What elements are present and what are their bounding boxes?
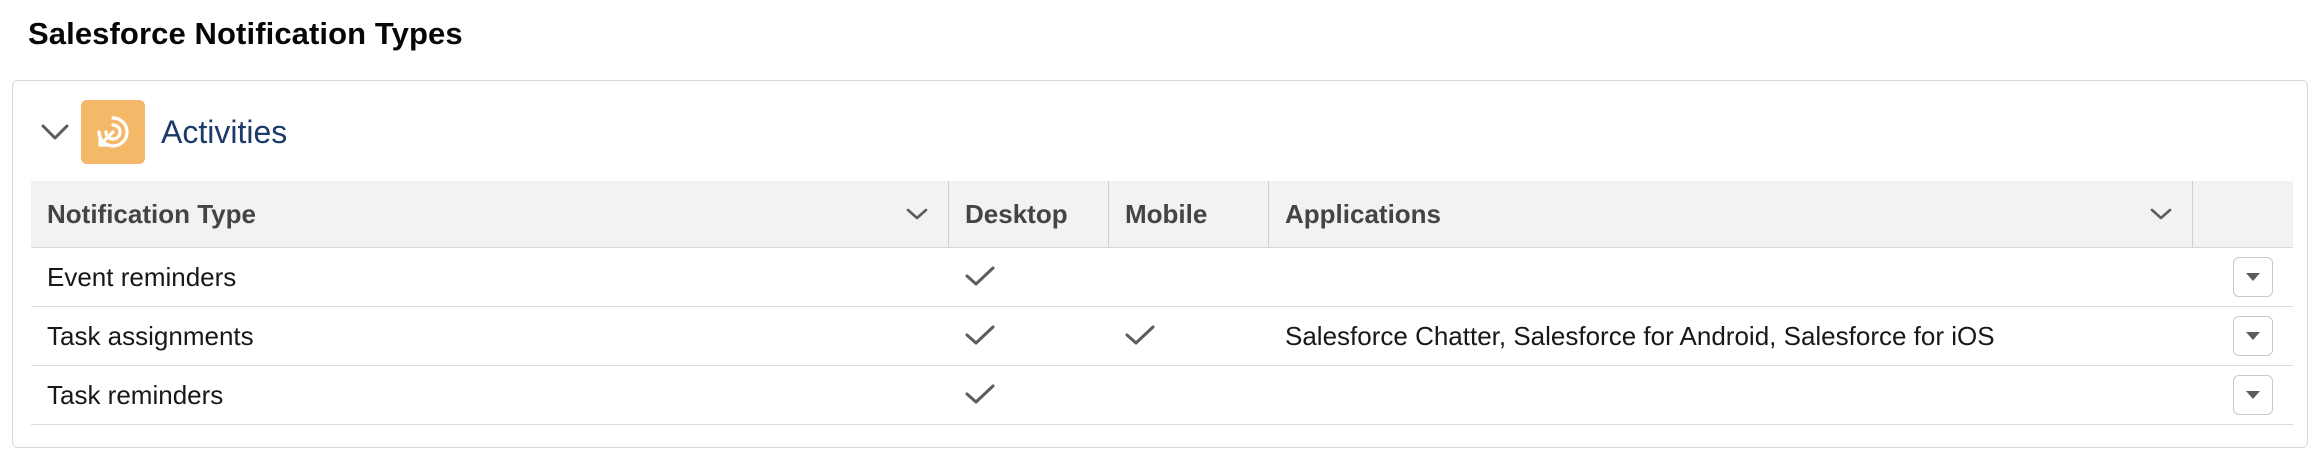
chevron-down-icon (41, 124, 69, 140)
cell-desktop (949, 366, 1109, 425)
cell-row-actions (2193, 307, 2293, 366)
column-menu-button[interactable] (901, 198, 933, 230)
dropdown-caret-icon (2246, 391, 2260, 399)
activities-card: Activities Notification Type Desktop Mob… (12, 80, 2308, 448)
column-header-actions (2193, 181, 2293, 248)
cell-applications (1269, 366, 2193, 425)
cell-desktop (949, 248, 1109, 307)
checkmark-icon (965, 320, 995, 346)
chevron-down-icon (2150, 208, 2172, 220)
cell-row-actions (2193, 248, 2293, 307)
cell-desktop (949, 307, 1109, 366)
table-row: Task assignments Salesforce Chatter, Sale… (31, 307, 2293, 366)
column-header-notification-type[interactable]: Notification Type (31, 181, 949, 248)
notification-types-table: Notification Type Desktop Mobile Applica… (31, 181, 2293, 425)
column-label: Mobile (1125, 198, 1208, 229)
row-action-button[interactable] (2233, 375, 2273, 415)
column-header-desktop: Desktop (949, 181, 1109, 248)
checkmark-icon (1125, 320, 1155, 346)
cell-notification-type: Task assignments (47, 320, 254, 351)
checkmark-icon (965, 379, 995, 405)
column-header-mobile: Mobile (1109, 181, 1269, 248)
cell-row-actions (2193, 366, 2293, 425)
page-title: Salesforce Notification Types (28, 16, 463, 51)
activity-icon (81, 100, 145, 164)
column-label: Applications (1285, 198, 1442, 229)
table-header-row: Notification Type Desktop Mobile Applica… (31, 181, 2293, 248)
row-action-button[interactable] (2233, 316, 2273, 356)
cell-notification-type: Task reminders (47, 379, 224, 410)
cell-mobile (1109, 248, 1269, 307)
card-header: Activities (13, 99, 287, 165)
dropdown-caret-icon (2246, 332, 2260, 340)
row-action-button[interactable] (2233, 257, 2273, 297)
table-row: Event reminders (31, 248, 2293, 307)
column-label: Notification Type (47, 198, 256, 229)
collapse-button[interactable] (27, 104, 83, 160)
column-label: Desktop (965, 198, 1068, 229)
cell-mobile (1109, 366, 1269, 425)
cell-applications: Salesforce Chatter, Salesforce for Andro… (1285, 320, 1995, 351)
chevron-down-icon (906, 208, 928, 220)
cell-applications (1269, 248, 2193, 307)
table-row: Task reminders (31, 366, 2293, 425)
checkmark-icon (965, 261, 995, 287)
dropdown-caret-icon (2246, 273, 2260, 281)
column-menu-button[interactable] (2145, 198, 2177, 230)
column-header-applications[interactable]: Applications (1269, 181, 2193, 248)
cell-notification-type: Event reminders (47, 261, 237, 292)
cell-mobile (1109, 307, 1269, 366)
section-title[interactable]: Activities (161, 114, 287, 151)
